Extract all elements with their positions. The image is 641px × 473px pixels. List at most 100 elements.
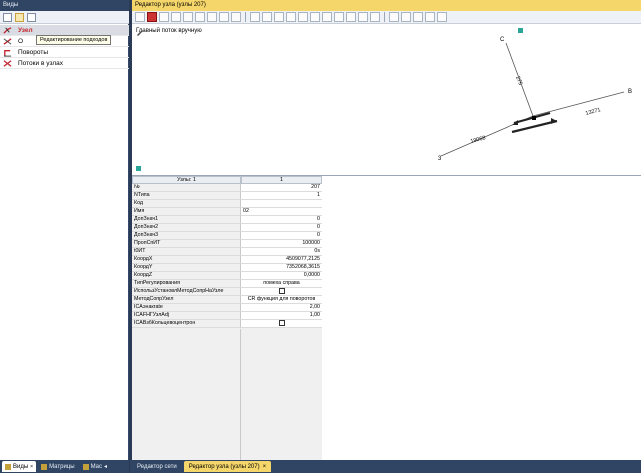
node-editor-title: Редактор узла (узлы 207) <box>132 0 641 11</box>
tool-icon[interactable] <box>274 12 284 22</box>
views-toolbar <box>0 11 129 24</box>
close-icon[interactable]: × <box>263 464 267 470</box>
tree-item-flows[interactable]: Потоки в узлах <box>0 58 129 69</box>
tool-icon[interactable] <box>298 12 308 22</box>
property-row[interactable]: Имя 02 <box>132 208 322 216</box>
tool-icon[interactable] <box>310 12 320 22</box>
property-grid-name-header[interactable]: Узлы: 1 <box>132 176 241 184</box>
property-value[interactable]: 0 <box>241 224 322 232</box>
move-icon[interactable] <box>3 12 12 22</box>
tab-scroll-left-icon[interactable]: ◂ <box>104 463 107 470</box>
corner-marker-icon[interactable] <box>518 28 523 33</box>
property-value[interactable]: 207 <box>241 184 322 192</box>
tab-network-editor[interactable]: Редактор сети <box>132 461 182 472</box>
grid-view-icon[interactable] <box>135 12 145 22</box>
node-graph-canvas[interactable]: C B 3 275 19068 13271 Главный поток вруч… <box>132 24 641 175</box>
leg-b[interactable] <box>532 91 625 117</box>
tool-icon[interactable] <box>262 12 272 22</box>
corner-marker-icon[interactable] <box>136 166 141 171</box>
tab-views[interactable]: Виды × <box>2 461 37 472</box>
tab-matrices[interactable]: Матрицы <box>38 461 77 472</box>
zoom-out-icon[interactable] <box>401 12 411 22</box>
tool-icon[interactable] <box>286 12 296 22</box>
property-value[interactable]: 1,00 <box>241 312 322 320</box>
main-flow-hint[interactable]: Главный поток вручную <box>136 28 202 36</box>
property-row[interactable]: NТипа 1 <box>132 192 322 200</box>
tab-node-editor[interactable]: Редактор узла (узлы 207) × <box>183 461 272 472</box>
roundabout-checkbox[interactable] <box>278 320 285 326</box>
property-value <box>241 320 322 328</box>
property-value[interactable]: 1 <box>241 192 322 200</box>
tool-icon[interactable] <box>250 12 260 22</box>
property-value[interactable]: 7352068,3615 <box>241 264 322 272</box>
property-row[interactable]: ДопЗнач1 0 <box>132 216 322 224</box>
tool-icon[interactable] <box>219 12 229 22</box>
property-row[interactable]: ICAВзбКольцевоцентрон <box>132 320 322 328</box>
window-icon[interactable] <box>27 12 36 22</box>
matrices-icon <box>41 463 48 470</box>
node-editor-window: Редактор узла (узлы 207) C B 3 275 19068… <box>132 0 641 460</box>
property-row[interactable]: ДопЗнач2 0 <box>132 224 322 232</box>
property-name: КоордY <box>132 264 241 272</box>
pan-icon[interactable] <box>413 12 423 22</box>
property-value[interactable] <box>241 200 322 208</box>
property-grid-value-header[interactable]: 1 <box>241 176 322 184</box>
property-value[interactable]: CR функция для поворотов <box>241 296 322 304</box>
tool-icon[interactable] <box>207 12 217 22</box>
property-row[interactable]: ТипРегулирования помеха справа <box>132 280 322 288</box>
pen-icon <box>137 30 143 36</box>
property-row[interactable]: ИспользУстановлМетодСопрНаУзле <box>132 288 322 296</box>
property-value[interactable]: 0 <box>241 216 322 224</box>
tool-icon[interactable] <box>159 12 169 22</box>
property-row[interactable]: Код <box>132 200 322 208</box>
flow-label-b: 13271 <box>585 107 601 117</box>
property-row[interactable]: МетодСопрУзел CR функция для поворотов <box>132 296 322 304</box>
zoom-fit-icon[interactable] <box>425 12 435 22</box>
views-tabs: Виды × Матрицы Мас ◂ <box>0 460 129 473</box>
views-icon <box>5 463 11 470</box>
tool-icon[interactable] <box>231 12 241 22</box>
use-method-checkbox[interactable] <box>278 288 285 294</box>
stop-icon[interactable] <box>147 12 157 22</box>
arrow-head-icon <box>512 120 518 125</box>
property-row[interactable]: КоордZ 0,0000 <box>132 272 322 280</box>
zoom-in-icon[interactable] <box>389 12 399 22</box>
property-row[interactable]: t0ИТ 0s <box>132 248 322 256</box>
tool-icon[interactable] <box>346 12 356 22</box>
property-name: ДопЗнач2 <box>132 224 241 232</box>
tool-icon[interactable] <box>171 12 181 22</box>
property-name: ПропСпИТ <box>132 240 241 248</box>
property-row[interactable]: ДопЗнач3 0 <box>132 232 322 240</box>
property-row[interactable]: КоордX 4509077,2125 <box>132 256 322 264</box>
flow-label-3: 19068 <box>470 135 486 145</box>
tool-icon[interactable] <box>358 12 368 22</box>
tree-item-turns[interactable]: Повороты <box>0 47 129 58</box>
property-value[interactable]: 02 <box>241 208 322 216</box>
property-value[interactable]: 100000 <box>241 240 322 248</box>
property-row[interactable]: № 207 <box>132 184 322 192</box>
property-value[interactable]: 2,00 <box>241 304 322 312</box>
close-icon[interactable]: × <box>30 464 33 470</box>
help-icon[interactable] <box>437 12 447 22</box>
node-graph[interactable]: C B 3 275 19068 13271 <box>132 24 641 175</box>
property-value[interactable]: 4509077,2125 <box>241 256 322 264</box>
property-value[interactable]: 0 <box>241 232 322 240</box>
node-icon <box>3 26 12 34</box>
property-row[interactable]: ПропСпИТ 100000 <box>132 240 322 248</box>
tool-icon[interactable] <box>334 12 344 22</box>
tool-icon[interactable] <box>183 12 193 22</box>
property-row[interactable]: КоордY 7352068,3615 <box>132 264 322 272</box>
tab-mas[interactable]: Мас ◂ <box>80 461 110 472</box>
select-icon[interactable] <box>15 12 24 22</box>
leg-label-3: 3 <box>438 156 442 162</box>
tool-icon[interactable] <box>322 12 332 22</box>
flows-icon <box>3 59 12 67</box>
property-row[interactable]: ICAэнакrate 2,00 <box>132 304 322 312</box>
node-marker[interactable] <box>532 116 536 120</box>
property-value[interactable]: помеха справа <box>241 280 322 288</box>
property-value[interactable]: 0,0000 <box>241 272 322 280</box>
property-row[interactable]: ICAFНГУзлАdj 1,00 <box>132 312 322 320</box>
tool-icon[interactable] <box>370 12 380 22</box>
property-value[interactable]: 0s <box>241 248 322 256</box>
tool-icon[interactable] <box>195 12 205 22</box>
